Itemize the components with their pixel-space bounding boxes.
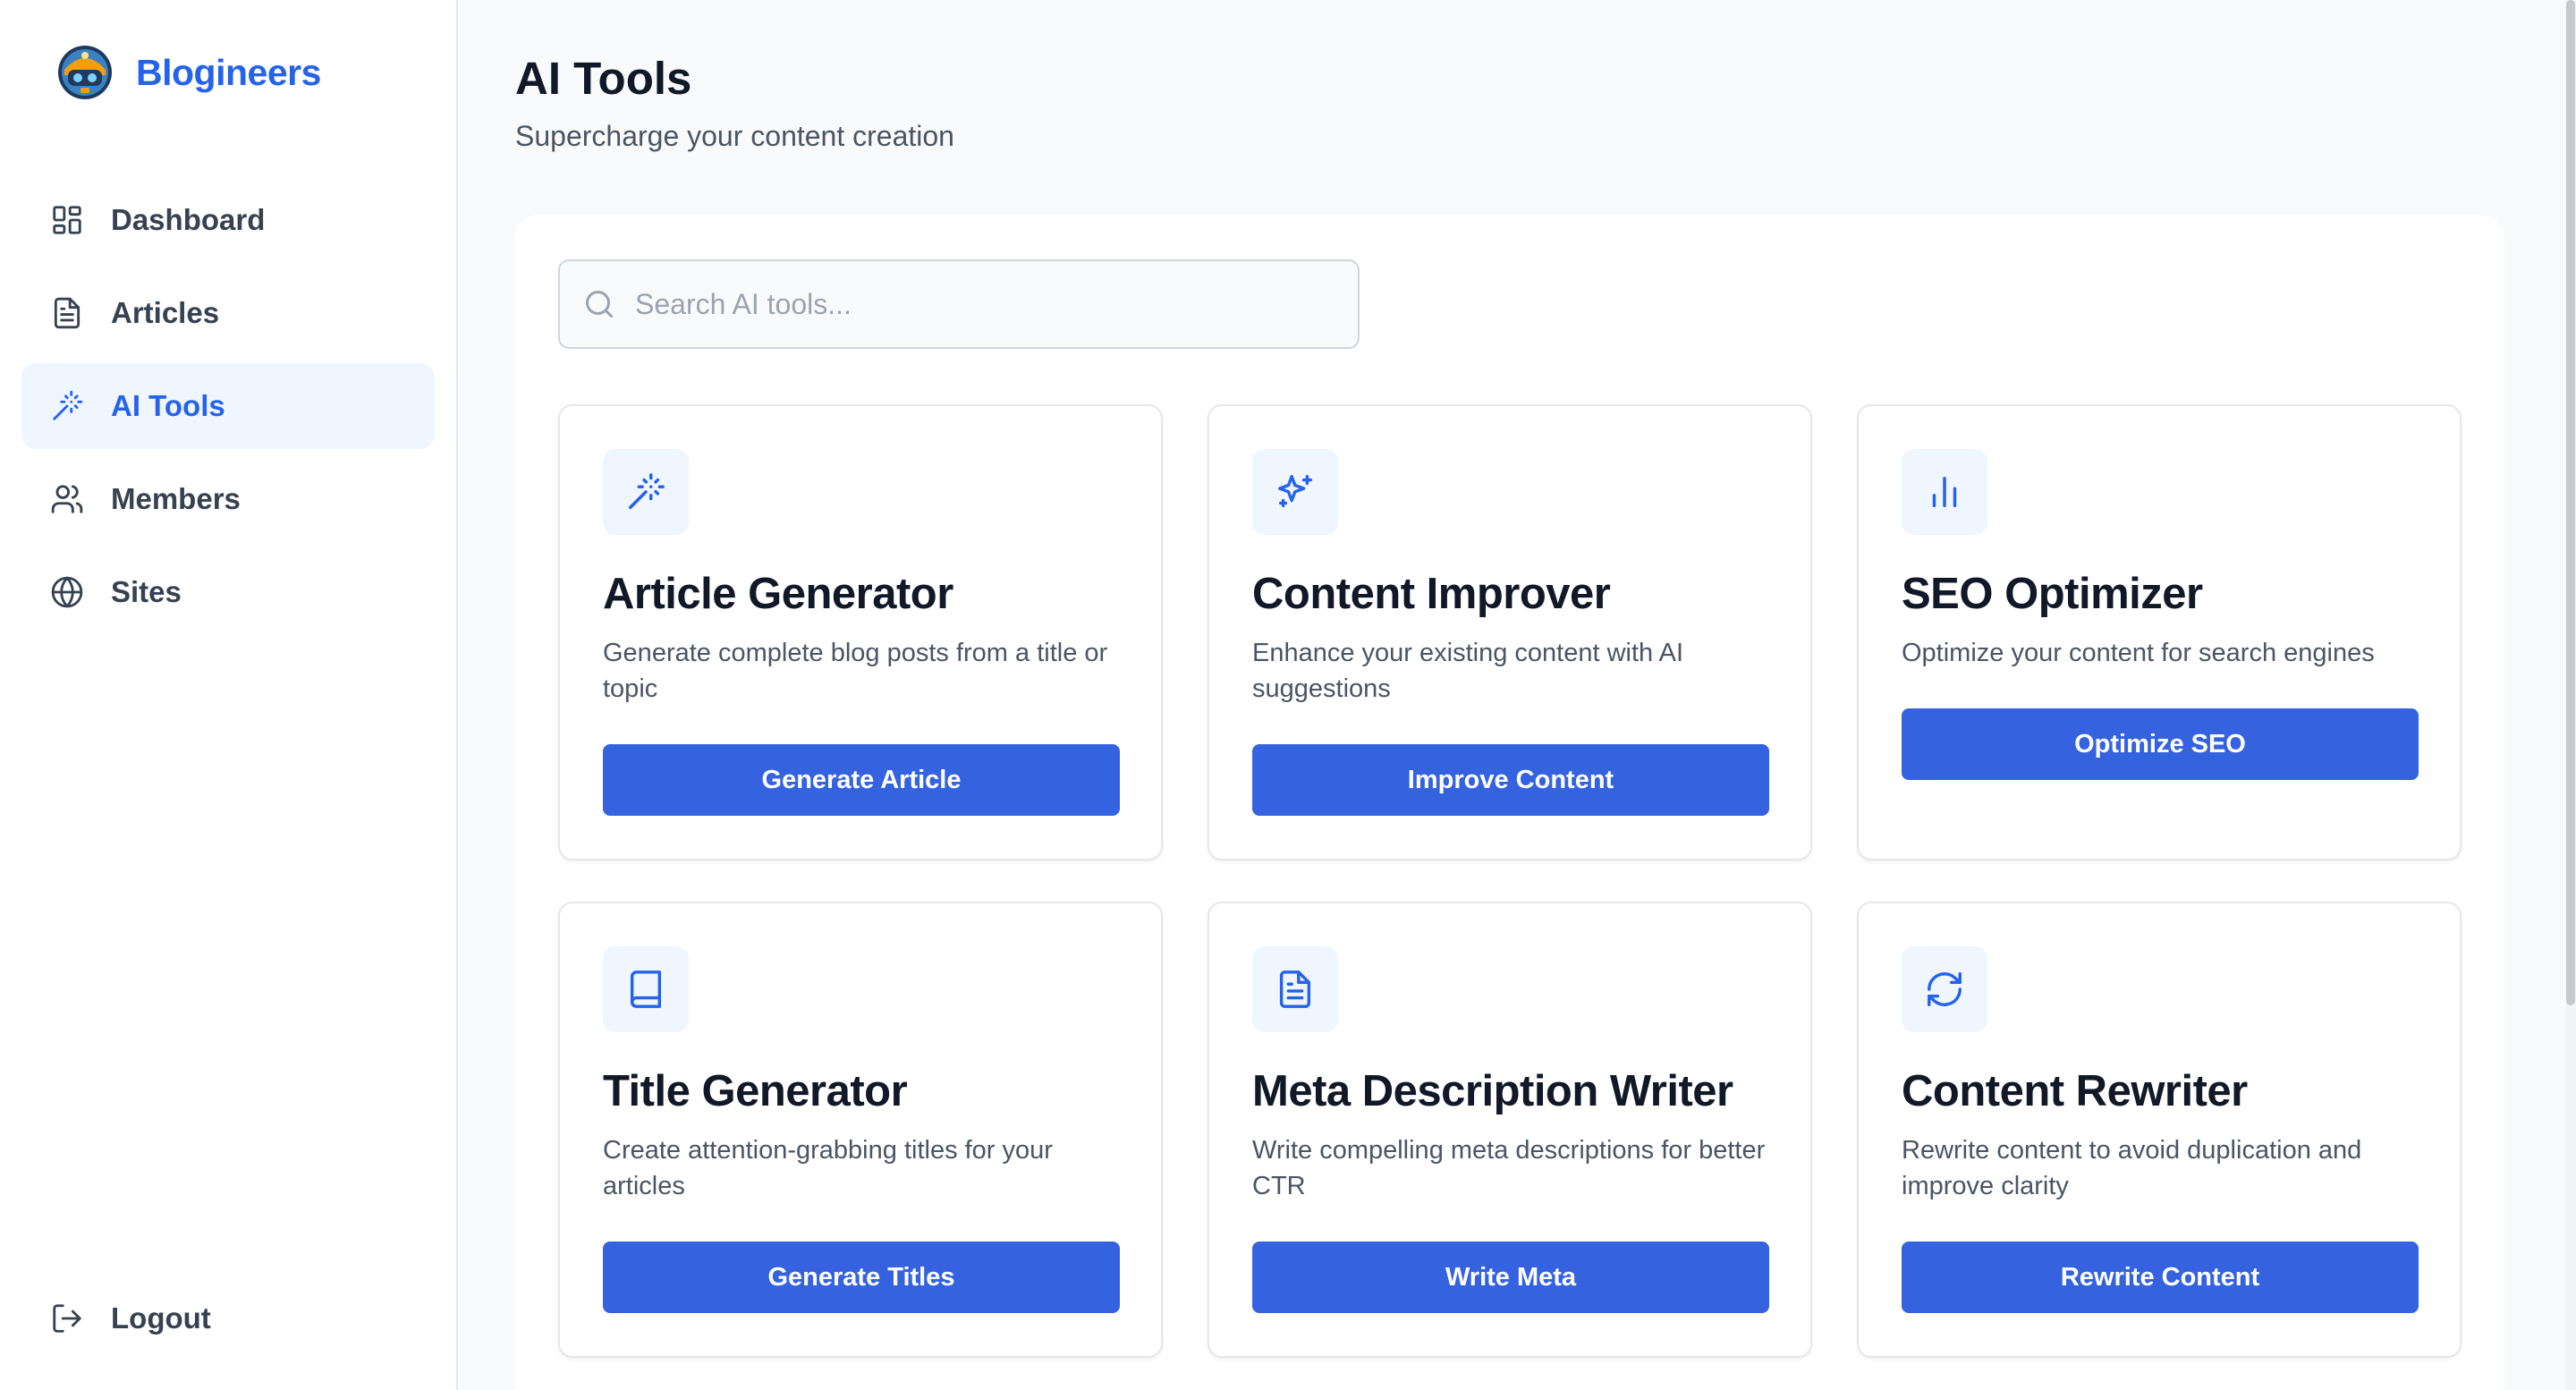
search-icon — [586, 291, 613, 318]
search-box[interactable] — [558, 259, 1360, 349]
sidebar-item-label: Dashboard — [111, 203, 266, 236]
tool-card-meta-description-writer: Meta Description Writer Write compelling… — [1208, 902, 1812, 1358]
app-root: Blogineers Dashboard Articles AI Tools M… — [0, 0, 2576, 1390]
rewrite-content-button[interactable]: Rewrite Content — [1902, 1242, 2419, 1313]
magic-wand-icon — [603, 449, 689, 535]
sidebar-item-label: Articles — [111, 296, 220, 329]
main-content: AI Tools Supercharge your content creati… — [458, 0, 2565, 1390]
logout-label: Logout — [111, 1301, 211, 1335]
file-text-icon — [1252, 946, 1338, 1032]
document-icon — [50, 296, 84, 330]
sidebar-item-members[interactable]: Members — [21, 456, 435, 542]
card-description: Write compelling meta descriptions for b… — [1252, 1136, 1766, 1200]
sparkles-icon — [1252, 449, 1338, 535]
magic-wand-icon — [50, 389, 84, 423]
tool-card-content-rewriter: Content Rewriter Rewrite content to avoi… — [1857, 902, 2462, 1358]
page-scrollbar[interactable] — [2565, 0, 2576, 1390]
card-title: Content Improver — [1252, 570, 1611, 618]
brand[interactable]: Blogineers — [55, 43, 321, 102]
sidebar-item-label: Sites — [111, 575, 182, 608]
card-description: Generate complete blog posts from a titl… — [603, 639, 1108, 703]
dashboard-icon — [50, 203, 84, 237]
search-input[interactable] — [635, 287, 1333, 321]
scrollbar-thumb[interactable] — [2566, 0, 2575, 1005]
globe-icon — [50, 575, 84, 609]
tool-card-seo-optimizer: SEO Optimizer Optimize your content for … — [1857, 404, 2462, 860]
sidebar-item-label: AI Tools — [111, 389, 225, 422]
tools-panel: Article Generator Generate complete blog… — [515, 215, 2504, 1390]
card-title: Article Generator — [603, 570, 953, 618]
refresh-icon — [1902, 946, 1987, 1032]
bar-chart-icon — [1902, 449, 1987, 535]
card-title: Meta Description Writer — [1252, 1067, 1733, 1115]
improve-content-button[interactable]: Improve Content — [1252, 744, 1769, 816]
sidebar-nav: Dashboard Articles AI Tools Members Site… — [21, 177, 435, 642]
card-title: SEO Optimizer — [1902, 570, 2203, 618]
sidebar-item-dashboard[interactable]: Dashboard — [21, 177, 435, 263]
page-title: AI Tools — [515, 53, 692, 104]
tool-card-article-generator: Article Generator Generate complete blog… — [558, 404, 1163, 860]
write-meta-button[interactable]: Write Meta — [1252, 1242, 1769, 1313]
users-icon — [50, 482, 84, 516]
logout-section: Logout — [21, 1276, 435, 1369]
generate-article-button[interactable]: Generate Article — [603, 744, 1120, 816]
tool-card-content-improver: Content Improver Enhance your existing c… — [1208, 404, 1812, 860]
logout-button[interactable]: Logout — [21, 1276, 435, 1361]
sidebar-item-ai-tools[interactable]: AI Tools — [21, 363, 435, 449]
sidebar-item-label: Members — [111, 482, 241, 515]
optimize-seo-button[interactable]: Optimize SEO — [1902, 708, 2419, 780]
page-subtitle: Supercharge your content creation — [515, 120, 954, 152]
tool-card-title-generator: Title Generator Create attention-grabbin… — [558, 902, 1163, 1358]
sidebar: Blogineers Dashboard Articles AI Tools M… — [0, 0, 458, 1390]
card-description: Rewrite content to avoid duplication and… — [1902, 1136, 2362, 1200]
card-description: Enhance your existing content with AI su… — [1252, 639, 1684, 703]
card-description: Create attention-grabbing titles for you… — [603, 1136, 1053, 1200]
logout-icon — [50, 1301, 84, 1335]
sidebar-item-articles[interactable]: Articles — [21, 270, 435, 356]
card-title: Title Generator — [603, 1067, 908, 1115]
sidebar-item-sites[interactable]: Sites — [21, 549, 435, 635]
generate-titles-button[interactable]: Generate Titles — [603, 1242, 1120, 1313]
brand-logo-icon — [58, 46, 112, 99]
card-title: Content Rewriter — [1902, 1067, 2248, 1115]
brand-name: Blogineers — [136, 51, 321, 93]
book-icon — [603, 946, 689, 1032]
card-description: Optimize your content for search engines — [1902, 639, 2375, 667]
